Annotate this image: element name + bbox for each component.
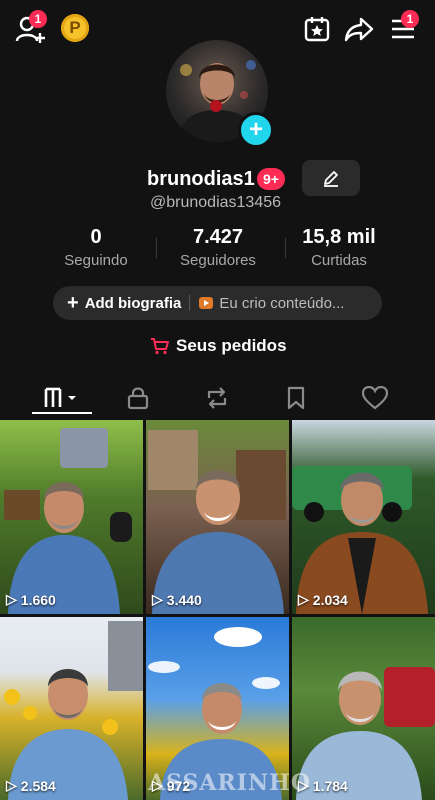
lock-icon	[127, 387, 149, 410]
video-thumbnail[interactable]: ▷ 1.660	[0, 420, 143, 614]
edit-profile-button[interactable]	[302, 160, 360, 196]
calendar-star-icon	[304, 17, 330, 42]
video-thumbnail[interactable]: ▷ 2.584	[0, 617, 143, 800]
add-bio-label: Add biografia	[84, 294, 182, 312]
add-friends-badge: 1	[29, 10, 47, 28]
stat-likes[interactable]: 15,8 mil Curtidas	[296, 226, 382, 269]
view-count: ▷ 2.584	[6, 777, 56, 794]
divider	[156, 238, 157, 258]
video-thumbnail[interactable]: ▷ 3.440	[146, 420, 289, 614]
view-count-value: 3.440	[166, 591, 202, 608]
active-tab-indicator	[32, 412, 92, 414]
play-icon: ▷	[6, 591, 17, 607]
play-icon: ▷	[152, 591, 163, 607]
heart-icon	[362, 386, 388, 410]
video-thumbnail[interactable]: ▷ 2.034	[292, 420, 435, 614]
repost-icon	[207, 387, 227, 409]
menu-badge: 1	[401, 10, 419, 28]
play-square-icon	[199, 297, 214, 309]
stat-label: Seguindo	[64, 252, 128, 269]
stat-value: 15,8 mil	[302, 226, 376, 248]
play-icon: ▷	[298, 591, 309, 607]
view-count: ▷ 3.440	[152, 591, 202, 608]
share-button[interactable]	[343, 14, 375, 44]
add-avatar-button[interactable]: +	[238, 112, 274, 148]
thumbnail-image	[296, 667, 435, 800]
grid-icon	[44, 387, 76, 407]
view-count-value: 2.034	[312, 591, 348, 608]
add-bio-button[interactable]: + Add biografia	[67, 293, 181, 313]
pencil-icon	[324, 171, 338, 187]
play-icon: ▷	[6, 777, 17, 793]
view-count-value: 1.660	[20, 591, 56, 608]
stat-label: Seguidores	[180, 252, 256, 269]
tab-private[interactable]	[108, 378, 168, 418]
thumbnail-image	[292, 466, 428, 614]
tab-saved[interactable]	[266, 378, 326, 418]
orders-label: Seus pedidos	[176, 336, 287, 355]
view-count: ▷ 2.034	[298, 591, 348, 608]
stat-followers[interactable]: 7.427 Seguidores	[172, 226, 264, 269]
bio-link[interactable]: Eu crio conteúdo...	[198, 295, 344, 312]
coin-icon[interactable]: P	[61, 14, 89, 42]
username: brunodias1	[147, 168, 255, 190]
user-handle: @brunodias13456	[150, 194, 282, 211]
stat-following[interactable]: 0 Seguindo	[55, 226, 137, 269]
name-row: brunodias1 9+	[0, 160, 435, 198]
thumbnail-image	[4, 428, 132, 614]
divider	[285, 238, 286, 258]
tab-liked[interactable]	[345, 378, 405, 418]
plus-icon: +	[67, 292, 79, 314]
view-count-value: 1.784	[312, 777, 348, 794]
cart-icon	[151, 338, 169, 355]
bookmark-icon	[287, 386, 305, 410]
stat-value: 0	[90, 226, 102, 248]
stat-value: 7.427	[192, 226, 244, 248]
share-icon	[344, 17, 374, 42]
divider	[189, 295, 191, 311]
view-count: ▷ 1.660	[6, 591, 56, 608]
thumbnail-image	[4, 621, 143, 800]
watermark: ASSARINHO	[148, 770, 312, 796]
bio-bar: + Add biografia Eu crio conteúdo...	[53, 286, 382, 320]
video-thumbnail[interactable]: ▷ 1.784	[292, 617, 435, 800]
video-grid: ▷ 1.660 ▷ 3.440 ▷ 2.034 ▷ 2.584 ▷ 972 ▷ …	[0, 420, 435, 800]
orders-link[interactable]: Seus pedidos	[150, 336, 287, 356]
calendar-star-button[interactable]	[302, 14, 332, 44]
bio-link-text: Eu crio conteúdo...	[219, 294, 345, 312]
notification-badge[interactable]: 9+	[257, 168, 285, 190]
stat-label: Curtidas	[311, 252, 367, 269]
view-count-value: 2.584	[20, 777, 56, 794]
tab-reposts[interactable]	[187, 378, 247, 418]
thumbnail-image	[148, 430, 286, 614]
